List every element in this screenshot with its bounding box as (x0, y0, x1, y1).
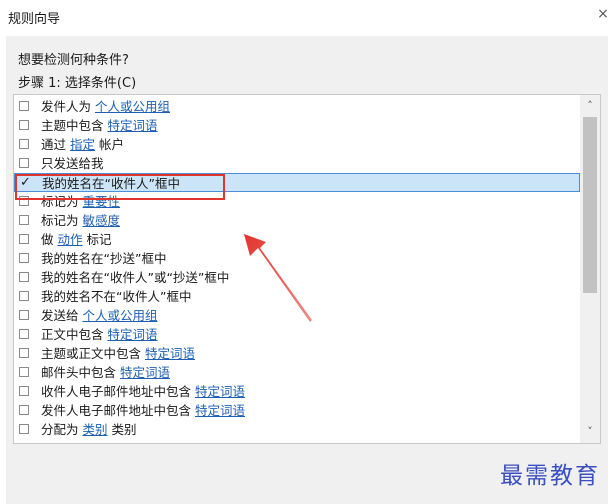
condition-suffix: 类别 (107, 422, 137, 437)
condition-link[interactable]: 动作 (57, 232, 82, 247)
condition-list-item[interactable]: 分配为 类别 类别 (14, 420, 580, 439)
condition-prefix: 收件人电子邮件地址中包含 (41, 384, 195, 399)
condition-link[interactable]: 个人或公用组 (82, 308, 157, 323)
condition-text: 收件人电子邮件地址中包含 特定词语 (41, 382, 245, 401)
condition-prefix: 发件人为 (41, 99, 95, 114)
condition-link[interactable]: 个人或公用组 (95, 99, 170, 114)
condition-checkbox[interactable] (19, 120, 29, 130)
condition-prefix: 我的姓名在“收件人”或“抄送”框中 (41, 270, 230, 285)
condition-list-item[interactable]: 发件人为 个人或公用组 (14, 97, 580, 116)
condition-list-item[interactable]: 正文中包含 特定词语 (14, 325, 580, 344)
condition-checkbox[interactable] (19, 386, 29, 396)
condition-text: 我的姓名在“收件人”或“抄送”框中 (41, 268, 229, 287)
condition-prefix: 只发送给我 (41, 156, 104, 171)
condition-link[interactable]: 特定词语 (195, 384, 245, 399)
condition-prefix: 发件人电子邮件地址中包含 (41, 403, 195, 418)
condition-suffix: 标记 (82, 232, 112, 247)
condition-suffix: 帐户 (95, 137, 124, 152)
condition-text: 发件人为 个人或公用组 (41, 97, 170, 116)
condition-link[interactable]: 特定词语 (107, 118, 157, 133)
condition-prefix: 邮件头中包含 (41, 365, 120, 380)
condition-text: 正文中包含 特定词语 (41, 325, 158, 344)
condition-link[interactable]: 敏感度 (82, 213, 120, 228)
condition-text: 做 动作 标记 (41, 230, 111, 249)
chevron-down-icon[interactable]: ˅ (580, 423, 600, 441)
wizard-content: 想要检测何种条件? 步骤 1: 选择条件(C) 发件人为 个人或公用组 主题中包含… (6, 36, 608, 504)
condition-list-item[interactable]: 只发送给我 (14, 154, 580, 173)
condition-link[interactable]: 特定词语 (195, 403, 245, 418)
condition-link[interactable]: 特定词语 (145, 346, 195, 361)
annotation-arrow-icon (244, 234, 312, 322)
condition-list-item[interactable]: 主题或正文中包含 特定词语 (14, 344, 580, 363)
condition-prefix: 主题中包含 (41, 118, 108, 133)
condition-text: 只发送给我 (41, 154, 104, 173)
condition-checkbox[interactable] (19, 253, 29, 263)
condition-checkbox[interactable] (19, 139, 29, 149)
condition-checkbox[interactable] (19, 348, 29, 358)
condition-prefix: 我的姓名在“抄送”框中 (41, 251, 167, 266)
condition-link[interactable]: 特定词语 (120, 365, 170, 380)
condition-checkbox[interactable] (19, 101, 29, 111)
condition-text: 发件人电子邮件地址中包含 特定词语 (41, 401, 245, 420)
condition-checkbox[interactable] (19, 329, 29, 339)
condition-list-item[interactable]: 邮件头中包含 特定词语 (14, 363, 580, 382)
condition-checkbox[interactable] (19, 291, 29, 301)
condition-prefix: 标记为 (41, 213, 83, 228)
condition-text: 分配为 类别 类别 (41, 420, 136, 439)
condition-list-item[interactable]: 通过 指定 帐户 (14, 135, 580, 154)
condition-list-item[interactable]: 主题中包含 特定词语 (14, 116, 580, 135)
close-icon[interactable]: × (594, 5, 608, 23)
condition-text: 邮件头中包含 特定词语 (41, 363, 170, 382)
title-bar: 规则向导 × (0, 0, 608, 34)
condition-checkbox[interactable] (19, 405, 29, 415)
condition-text: 标记为 敏感度 (41, 211, 120, 230)
condition-checkbox[interactable] (19, 158, 29, 168)
condition-link[interactable]: 指定 (70, 137, 95, 152)
watermark-logo: 最需教育 (500, 463, 600, 489)
condition-prefix: 正文中包含 (41, 327, 108, 342)
rules-wizard-window: 规则向导 × 想要检测何种条件? 步骤 1: 选择条件(C) 发件人为 个人或公… (0, 0, 608, 504)
condition-prefix: 发送给 (41, 308, 83, 323)
condition-text: 发送给 个人或公用组 (41, 306, 158, 325)
condition-prefix: 分配为 (41, 422, 83, 437)
condition-text: 通过 指定 帐户 (41, 135, 124, 154)
condition-checkbox[interactable] (19, 424, 29, 434)
condition-link[interactable]: 特定词语 (107, 327, 157, 342)
condition-prefix: 通过 (41, 137, 70, 152)
condition-text: 主题中包含 特定词语 (41, 116, 158, 135)
condition-checkbox[interactable] (19, 272, 29, 282)
condition-text: 我的姓名不在“收件人”框中 (41, 287, 191, 306)
condition-checkbox[interactable] (19, 310, 29, 320)
condition-checkbox[interactable] (19, 367, 29, 377)
condition-checkbox[interactable] (19, 215, 29, 225)
condition-list-item[interactable]: 发件人电子邮件地址中包含 特定词语 (14, 401, 580, 420)
annotation-highlight-box (15, 174, 225, 200)
condition-list-item[interactable]: 收件人电子邮件地址中包含 特定词语 (14, 382, 580, 401)
condition-prefix: 我的姓名不在“收件人”框中 (41, 289, 192, 304)
condition-text: 我的姓名在“抄送”框中 (41, 249, 166, 268)
window-title: 规则向导 (8, 12, 61, 27)
wizard-question: 想要检测何种条件? (18, 53, 129, 68)
condition-text: 主题或正文中包含 特定词语 (41, 344, 195, 363)
condition-prefix: 做 (41, 232, 58, 247)
condition-link[interactable]: 类别 (82, 422, 107, 437)
vertical-scrollbar[interactable]: ˄ ˅ (580, 95, 600, 443)
chevron-up-icon[interactable]: ˄ (580, 97, 600, 115)
scrollbar-thumb[interactable] (583, 117, 597, 293)
condition-checkbox[interactable] (19, 234, 29, 244)
step-label: 步骤 1: 选择条件(C) (18, 76, 137, 91)
condition-prefix: 主题或正文中包含 (41, 346, 145, 361)
